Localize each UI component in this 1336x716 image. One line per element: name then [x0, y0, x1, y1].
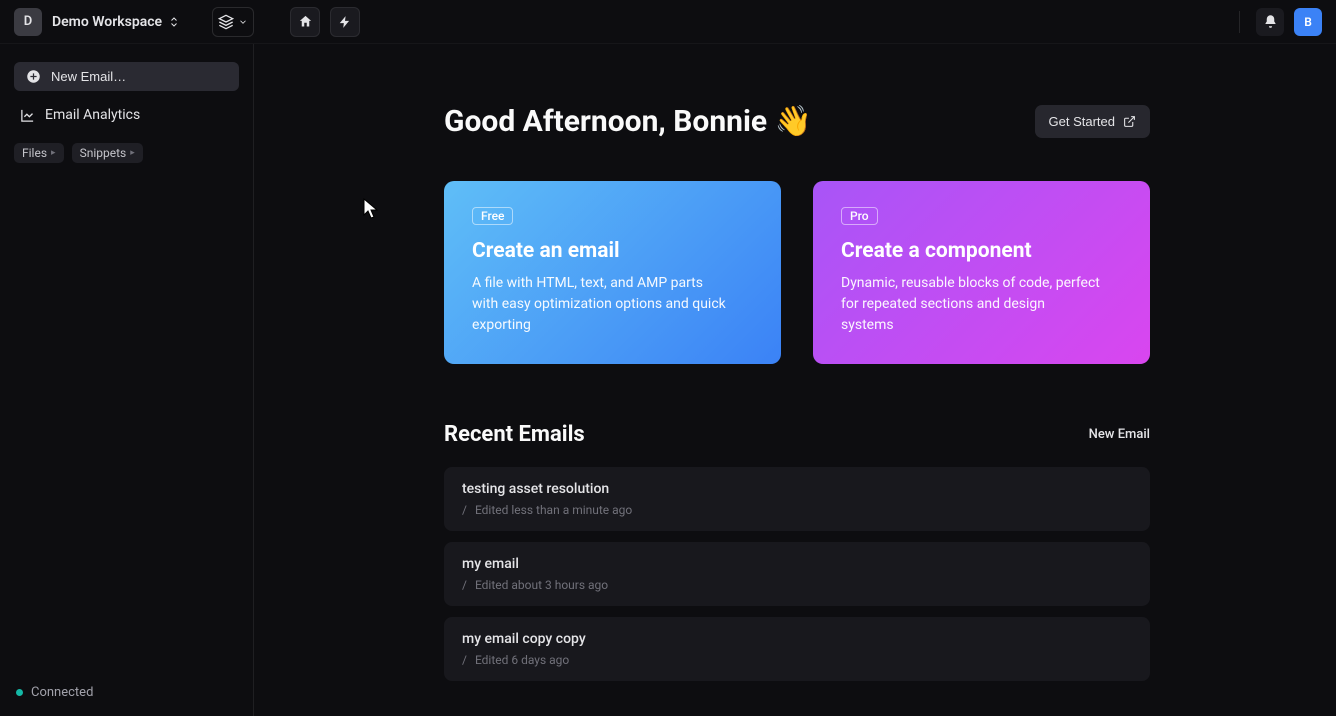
slash: /	[462, 503, 467, 517]
sidebar: New Email… Email Analytics Files ▸ Snipp…	[0, 44, 254, 716]
get-started-button[interactable]: Get Started	[1035, 105, 1150, 138]
chevron-right-icon: ▸	[51, 148, 56, 158]
workspace-name: Demo Workspace	[52, 14, 162, 30]
email-item-meta: / Edited 6 days ago	[462, 653, 1132, 667]
card-description: Dynamic, reusable blocks of code, perfec…	[841, 273, 1101, 336]
notifications-button[interactable]	[1256, 8, 1284, 36]
external-link-icon	[1123, 115, 1136, 128]
topbar: D Demo Workspace B	[0, 0, 1336, 44]
sidebar-tag-files[interactable]: Files ▸	[14, 143, 64, 163]
card-badge: Free	[472, 207, 513, 225]
tag-label: Snippets	[80, 146, 127, 160]
email-item-meta: / Edited less than a minute ago	[462, 503, 1132, 517]
chevron-up-down-icon	[168, 16, 180, 28]
home-button[interactable]	[290, 7, 320, 37]
sidebar-tags: Files ▸ Snippets ▸	[14, 143, 239, 163]
connected-label: Connected	[31, 685, 93, 700]
email-edited: Edited 6 days ago	[475, 653, 569, 667]
slash: /	[462, 578, 467, 592]
sidebar-tag-snippets[interactable]: Snippets ▸	[72, 143, 143, 163]
chevron-right-icon: ▸	[130, 148, 135, 158]
email-list-item[interactable]: my email / Edited about 3 hours ago	[444, 542, 1150, 606]
chevron-down-icon	[238, 17, 248, 27]
email-item-meta: / Edited about 3 hours ago	[462, 578, 1132, 592]
card-description: A file with HTML, text, and AMP parts wi…	[472, 273, 732, 336]
bell-icon	[1263, 14, 1278, 29]
lightning-button[interactable]	[330, 7, 360, 37]
status-dot-icon	[16, 689, 23, 696]
get-started-label: Get Started	[1049, 114, 1115, 129]
new-email-button[interactable]: New Email…	[14, 62, 239, 91]
new-email-link[interactable]: New Email	[1089, 427, 1150, 442]
email-edited: Edited about 3 hours ago	[475, 578, 608, 592]
email-list-item[interactable]: testing asset resolution / Edited less t…	[444, 467, 1150, 531]
chart-icon	[20, 108, 35, 123]
lightning-icon	[338, 15, 352, 29]
email-item-title: my email copy copy	[462, 631, 1132, 647]
slash: /	[462, 653, 467, 667]
main: Good Afternoon, Bonnie 👋 Get Started Fre…	[254, 44, 1336, 716]
recent-emails-title: Recent Emails	[444, 422, 585, 447]
tag-label: Files	[22, 146, 47, 160]
workspace-badge[interactable]: D	[14, 8, 42, 36]
create-email-card[interactable]: Free Create an email A file with HTML, t…	[444, 181, 781, 364]
avatar[interactable]: B	[1294, 8, 1322, 36]
card-title: Create an email	[472, 239, 753, 263]
new-email-label: New Email…	[51, 69, 126, 84]
plus-circle-icon	[26, 69, 41, 84]
email-item-title: my email	[462, 556, 1132, 572]
layers-button[interactable]	[212, 7, 254, 37]
email-list: testing asset resolution / Edited less t…	[444, 467, 1150, 681]
layers-icon	[218, 14, 234, 30]
connection-status: Connected	[16, 685, 93, 700]
divider	[1239, 11, 1240, 33]
email-list-item[interactable]: my email copy copy / Edited 6 days ago	[444, 617, 1150, 681]
email-edited: Edited less than a minute ago	[475, 503, 632, 517]
workspace-switcher[interactable]: Demo Workspace	[52, 14, 180, 30]
home-icon	[298, 14, 313, 29]
card-title: Create a component	[841, 239, 1122, 263]
card-badge: Pro	[841, 207, 878, 225]
analytics-label: Email Analytics	[45, 107, 140, 123]
sidebar-item-analytics[interactable]: Email Analytics	[14, 103, 239, 127]
create-component-card[interactable]: Pro Create a component Dynamic, reusable…	[813, 181, 1150, 364]
page-title: Good Afternoon, Bonnie 👋	[444, 104, 812, 139]
email-item-title: testing asset resolution	[462, 481, 1132, 497]
